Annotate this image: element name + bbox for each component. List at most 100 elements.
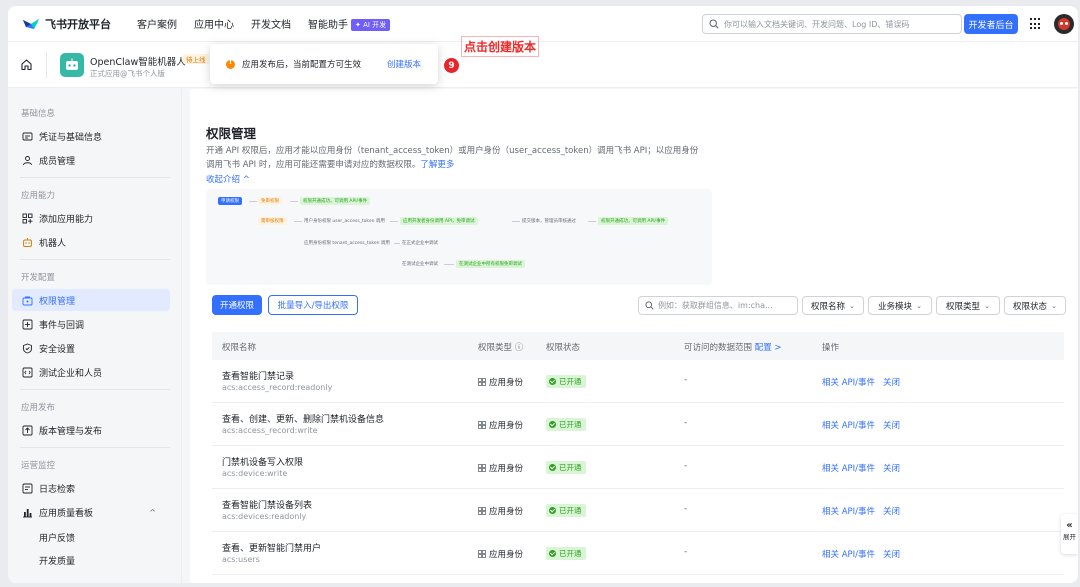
filter-business-module[interactable]: 业务模块 ⌄: [868, 296, 932, 315]
permission-code: acs:device:write: [222, 469, 288, 478]
nav-customer-cases[interactable]: 客户案例: [137, 16, 177, 31]
col-ops: 操作: [822, 343, 840, 353]
related-api-link[interactable]: 相关 API/事件: [822, 419, 875, 431]
sidebar-divider: [20, 177, 170, 178]
sidebar-divider: [20, 259, 170, 260]
sidebar-item-versions[interactable]: 版本管理与发布: [12, 419, 170, 441]
batch-import-export-button[interactable]: 批量导入/导出权限: [268, 295, 358, 315]
status-badge: 已开通: [546, 504, 586, 517]
permission-search[interactable]: [638, 296, 798, 315]
nav-dev-docs[interactable]: 开发文档: [251, 16, 291, 31]
warning-icon: [226, 58, 235, 69]
permission-flow-diagram: 申请权限 免审权限 权限开通成功，可调用 API/事件 需审核权限 用户身份权限…: [206, 189, 712, 285]
data-scope: -: [684, 547, 688, 557]
status-label: 已开通: [559, 420, 582, 429]
flow-submit: 提交版本，管理员审核通过: [522, 219, 576, 224]
chevron-up-icon[interactable]: ^: [149, 508, 156, 517]
scope-config-link[interactable]: 配置 >: [755, 343, 782, 353]
flow-line: [249, 201, 257, 202]
close-permission-link[interactable]: 关闭: [883, 548, 900, 560]
sidebar-item-add-capability[interactable]: 添加应用能力: [12, 207, 170, 229]
nav-app-center[interactable]: 应用中心: [194, 16, 234, 31]
sidebar-subitem-feedback[interactable]: 用户反馈: [39, 531, 75, 544]
sidebar-item-bot[interactable]: 机器人: [12, 231, 170, 253]
chevron-down-icon: ⌄: [1051, 301, 1057, 310]
sidebar-item-label: 应用质量看板: [39, 508, 94, 519]
logo[interactable]: 飞书开放平台: [22, 16, 111, 32]
sidebar-subitem-dev-quality[interactable]: 开发质量: [39, 554, 75, 567]
permission-name: 查看智能门禁记录: [222, 372, 295, 382]
permission-code: acs:users: [222, 555, 260, 564]
close-permission-link[interactable]: 关闭: [883, 505, 900, 517]
upload-icon: [22, 425, 33, 435]
data-scope: -: [684, 504, 688, 514]
filter-permission-status[interactable]: 权限状态 ⌄: [1004, 296, 1066, 315]
permission-type: 应用身份: [478, 548, 523, 560]
divider: [46, 52, 47, 78]
related-api-link[interactable]: 相关 API/事件: [822, 462, 875, 474]
app-identity-icon: [478, 464, 486, 472]
developer-console-button[interactable]: 开发者后台: [964, 14, 1018, 34]
app-identity-icon: [478, 550, 486, 558]
app-name: OpenClaw智能机器人: [90, 57, 186, 68]
search-icon: [645, 301, 654, 310]
double-chevron-left-icon: «: [1066, 520, 1073, 531]
filter-permission-type[interactable]: 权限类型 ⌄: [936, 296, 1000, 315]
doc-search-input[interactable]: [724, 19, 954, 29]
sidebar-item-members[interactable]: 成员管理: [12, 149, 170, 171]
close-permission-link[interactable]: 关闭: [883, 419, 900, 431]
flow-free-done: 权限开通成功，可调用 API/事件: [300, 197, 371, 205]
table-row: 查看、创建、更新、删除门禁机设备信息 acs:access_record:writ…: [212, 403, 1064, 446]
flow-free: 免审权限: [258, 197, 282, 205]
col-status: 权限状态: [546, 343, 581, 353]
sidebar-item-test-corp[interactable]: 测试企业和人员: [12, 361, 170, 383]
permission-name: 查看、更新智能门禁用户: [222, 544, 322, 554]
nav-smart-assistant[interactable]: 智能助手 ✦ AI 开发: [308, 16, 391, 31]
table-row: 查看智能门禁记录 acs:access_record:readonly 应用身份 已开…: [212, 360, 1064, 403]
related-api-link[interactable]: 相关 API/事件: [822, 376, 875, 388]
home-icon[interactable]: [20, 58, 33, 71]
collapse-intro-link[interactable]: 收起介绍 ^: [206, 173, 250, 185]
create-version-link[interactable]: 创建版本: [387, 58, 421, 70]
filter-label: 权限类型: [946, 301, 981, 312]
flow-line: [390, 221, 398, 222]
filter-permission-name[interactable]: 权限名称 ⌄: [802, 296, 864, 315]
robot-icon: [23, 237, 32, 247]
close-permission-link[interactable]: 关闭: [883, 376, 900, 388]
page-title: 权限管理: [206, 126, 257, 141]
sidebar-item-events[interactable]: 事件与回调: [12, 313, 170, 335]
sidebar-section-monitor: 运营监控: [21, 461, 56, 471]
col-name: 权限名称: [222, 343, 257, 353]
related-api-link[interactable]: 相关 API/事件: [822, 548, 875, 560]
close-permission-link[interactable]: 关闭: [883, 462, 900, 474]
expand-panel-button[interactable]: « 展开: [1061, 514, 1078, 554]
learn-more-link[interactable]: 了解更多: [420, 160, 454, 170]
sidebar-item-security[interactable]: 安全设置: [12, 337, 170, 359]
sidebar-item-quality[interactable]: 应用质量看板 ^: [12, 501, 170, 523]
sidebar-section-capability: 应用能力: [21, 191, 56, 201]
permission-search-input[interactable]: [657, 301, 797, 310]
related-api-link[interactable]: 相关 API/事件: [822, 505, 875, 517]
id-card-icon: [22, 132, 33, 140]
feishu-logo-icon: [23, 18, 39, 29]
sidebar-item-permissions[interactable]: 权限管理: [12, 289, 170, 311]
doc-search[interactable]: [702, 14, 962, 34]
app-identity-icon: [478, 421, 486, 429]
publish-tip-popup: 应用发布后，当前配置方可生效 创建版本: [210, 44, 438, 84]
apps-grid-icon[interactable]: [1030, 18, 1042, 30]
flow-line: [444, 264, 454, 265]
sidebar-item-credentials[interactable]: 凭证与基础信息: [12, 125, 170, 147]
logo-text: 飞书开放平台: [45, 17, 111, 31]
filter-label: 业务模块: [878, 301, 913, 312]
status-label: 已开通: [559, 506, 582, 515]
desc-line-2: 调用飞书 API 时，应用可能还需要申请对应的数据权限。: [206, 160, 421, 170]
col-scope-label: 可访问的数据范围: [684, 343, 753, 353]
sidebar-item-logs[interactable]: 日志检索: [12, 477, 170, 499]
table-row: 查看、更新智能门禁用户 acs:users 应用身份 已开通 - 相关 API/事件 关闭: [212, 532, 1064, 575]
permission-name: 查看智能门禁设备列表: [222, 501, 313, 511]
avatar[interactable]: [1054, 14, 1074, 34]
flow-line: [290, 201, 298, 202]
open-permission-button[interactable]: 开通权限: [212, 295, 262, 315]
flow-test-corp: 在测试企业中调试: [402, 262, 438, 267]
user-icon: [23, 155, 32, 165]
